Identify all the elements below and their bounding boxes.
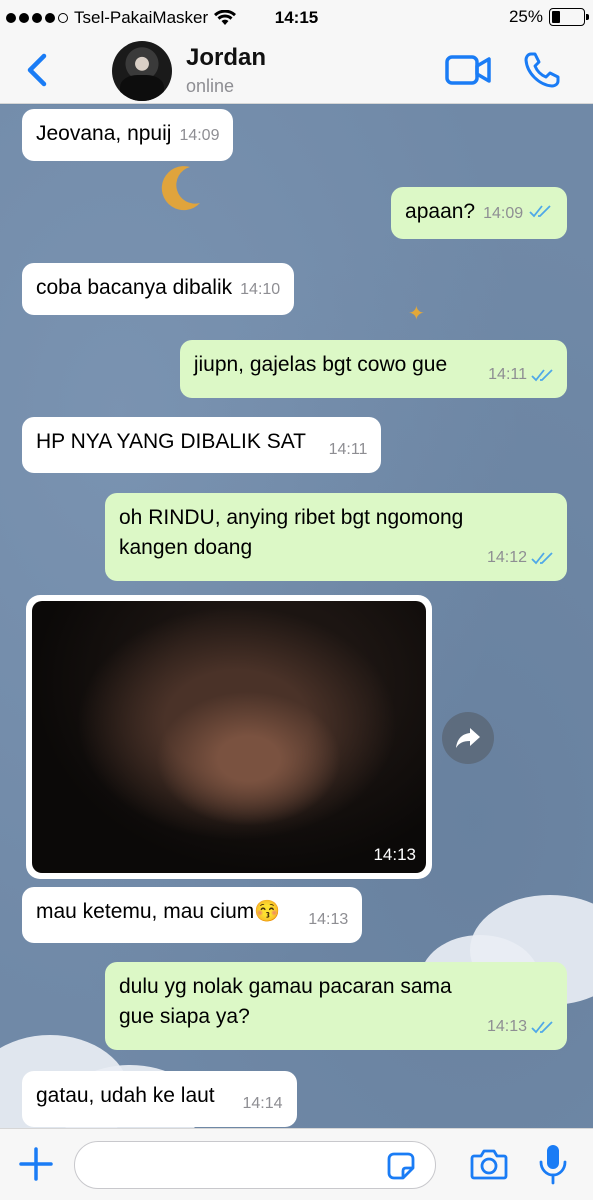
- chat-header: Jordan online: [0, 36, 593, 104]
- message-time: 14:12: [486, 549, 527, 566]
- voice-message-button[interactable]: [538, 1143, 568, 1185]
- message-time: 14:13: [486, 1018, 527, 1035]
- message-bubble-incoming[interactable]: HP NYA YANG DIBALIK SAT 14:11: [22, 417, 382, 473]
- message-bubble-incoming[interactable]: mau ketemu, mau cium😚 14:13: [22, 887, 363, 943]
- phone-icon: [524, 52, 560, 88]
- message-bubble-outgoing[interactable]: dulu yg nolak gamau pacaran sama gue sia…: [105, 962, 567, 1050]
- message-bubble-outgoing[interactable]: jiupn, gajelas bgt cowo gue 14:11: [179, 340, 567, 398]
- battery-icon: [549, 8, 589, 26]
- photo-message[interactable]: 14:13: [26, 595, 432, 879]
- message-bubble-outgoing[interactable]: apaan? 14:09: [391, 187, 567, 239]
- message-meta: 14:13: [487, 1012, 555, 1042]
- chat-area[interactable]: ✦ Jeovana, npuij 14:09 apaan? 14:09 coba b…: [0, 105, 593, 1128]
- message-text: mau ketemu, mau cium😚: [36, 900, 281, 923]
- read-ticks-icon: [531, 369, 553, 382]
- message-time: 14:11: [328, 441, 368, 458]
- microphone-icon: [539, 1145, 567, 1185]
- battery-percent: 25%: [508, 7, 543, 26]
- video-call-button[interactable]: [444, 52, 492, 88]
- message-time: 14:11: [488, 366, 527, 383]
- sticker-icon: [387, 1152, 415, 1180]
- message-bubble-incoming[interactable]: gatau, udah ke laut 14:14: [22, 1071, 297, 1127]
- back-button[interactable]: [20, 50, 56, 90]
- message-text: Jeovana, npuij: [36, 122, 172, 145]
- message-meta: 14:13: [308, 905, 348, 935]
- forward-button[interactable]: [442, 712, 494, 764]
- moon-decoration: [161, 166, 200, 211]
- input-bar: [0, 1128, 593, 1200]
- message-text-line: oh RINDU, anying ribet bgt ngomong: [119, 506, 464, 529]
- voice-call-button[interactable]: [522, 50, 562, 90]
- message-meta: 14:14: [242, 1089, 282, 1119]
- read-ticks-icon: [531, 552, 553, 565]
- sticker-button[interactable]: [386, 1151, 416, 1181]
- camera-icon: [470, 1149, 508, 1180]
- video-camera-icon: [445, 55, 491, 85]
- contact-avatar[interactable]: [112, 41, 172, 101]
- contact-name[interactable]: Jordan: [186, 44, 266, 72]
- message-time: 14:13: [373, 845, 416, 864]
- status-right: 25%: [508, 7, 589, 27]
- chevron-left-icon: [27, 53, 47, 87]
- message-time: 14:09: [483, 205, 524, 222]
- message-text: apaan?: [405, 200, 476, 223]
- plus-icon: [19, 1147, 53, 1181]
- read-ticks-icon: [531, 1021, 553, 1034]
- message-text: HP NYA YANG DIBALIK SAT: [36, 430, 306, 453]
- message-bubble-incoming[interactable]: Jeovana, npuij 14:09: [22, 109, 234, 161]
- message-text: gatau, udah ke laut: [36, 1084, 215, 1107]
- message-time: 14:14: [242, 1095, 283, 1112]
- contact-status: online: [186, 76, 235, 96]
- message-input[interactable]: [74, 1141, 436, 1189]
- message-bubble-outgoing[interactable]: oh RINDU, anying ribet bgt ngomong kange…: [105, 493, 567, 581]
- message-text: coba bacanya dibalik: [36, 276, 233, 299]
- message-text: jiupn, gajelas bgt cowo gue: [193, 353, 448, 376]
- message-bubble-incoming[interactable]: coba bacanya dibalik 14:10: [22, 263, 295, 315]
- status-bar: Tsel-PakaiMasker 14:15 25%: [0, 0, 593, 36]
- camera-button[interactable]: [470, 1147, 508, 1181]
- battery-fill: [552, 11, 560, 23]
- message-time: 14:09: [179, 127, 220, 144]
- forward-arrow-icon: [456, 728, 480, 748]
- message-meta: 14:12: [487, 543, 555, 573]
- sparkle-decoration: ✦: [408, 303, 425, 325]
- message-time: 14:13: [308, 911, 349, 928]
- message-meta: 14:11: [488, 360, 555, 390]
- status-time: 14:15: [274, 8, 319, 27]
- message-time: 14:10: [240, 281, 281, 298]
- message-text-line: dulu yg nolak gamau pacaran sama: [119, 975, 452, 998]
- message-meta: 14:11: [329, 435, 368, 465]
- attach-button[interactable]: [18, 1146, 54, 1182]
- read-ticks-icon: [529, 205, 551, 218]
- photo-image[interactable]: 14:13: [32, 601, 426, 873]
